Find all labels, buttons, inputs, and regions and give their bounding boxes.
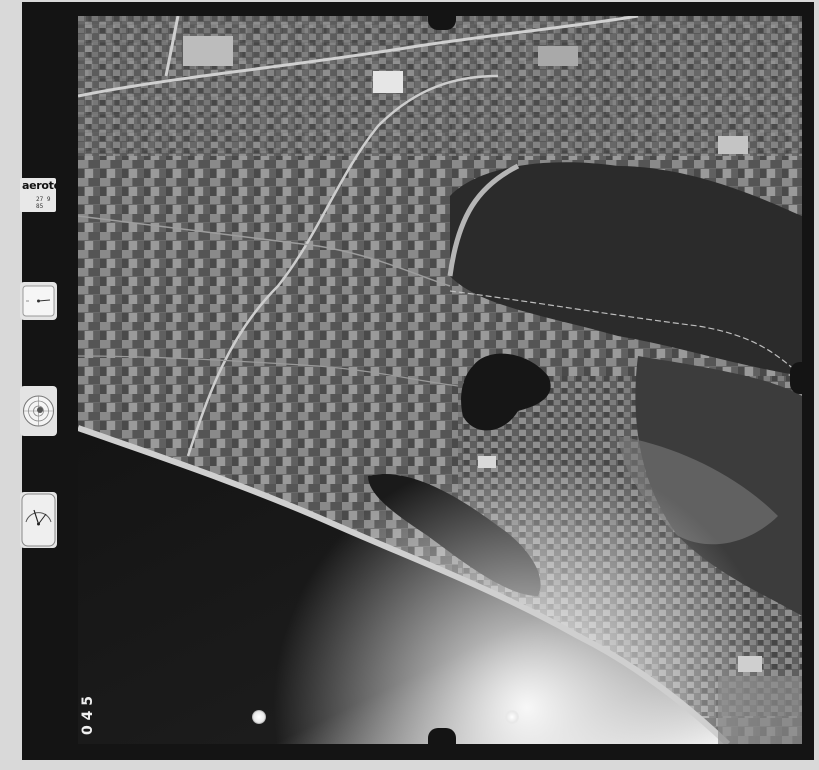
bright-field bbox=[373, 71, 403, 93]
frame-notch-right bbox=[790, 362, 808, 394]
frame-notch-top bbox=[428, 12, 456, 30]
bright-field bbox=[738, 656, 762, 672]
sun-glare bbox=[78, 16, 802, 744]
aerial-photograph bbox=[78, 16, 802, 744]
frame-notch-bottom bbox=[428, 728, 456, 746]
aerial-terrain bbox=[78, 16, 802, 744]
altimeter-dial-icon bbox=[20, 282, 57, 320]
date-label: 27 9 85 bbox=[36, 196, 51, 210]
bright-field bbox=[183, 36, 233, 66]
bright-field bbox=[718, 136, 748, 154]
coastal-town bbox=[718, 676, 802, 744]
fiducial-mark bbox=[252, 710, 266, 724]
bright-field bbox=[538, 46, 578, 66]
bubble-level-icon bbox=[20, 386, 57, 436]
clock-gauge-icon bbox=[20, 492, 57, 548]
fiducial-mark bbox=[505, 710, 519, 724]
camera-data-label: aerotop 27 9 85 bbox=[20, 178, 56, 212]
frame-number: 0 4 5 bbox=[80, 696, 96, 736]
bright-field bbox=[478, 456, 496, 468]
brand-label: aerotop bbox=[22, 179, 56, 192]
